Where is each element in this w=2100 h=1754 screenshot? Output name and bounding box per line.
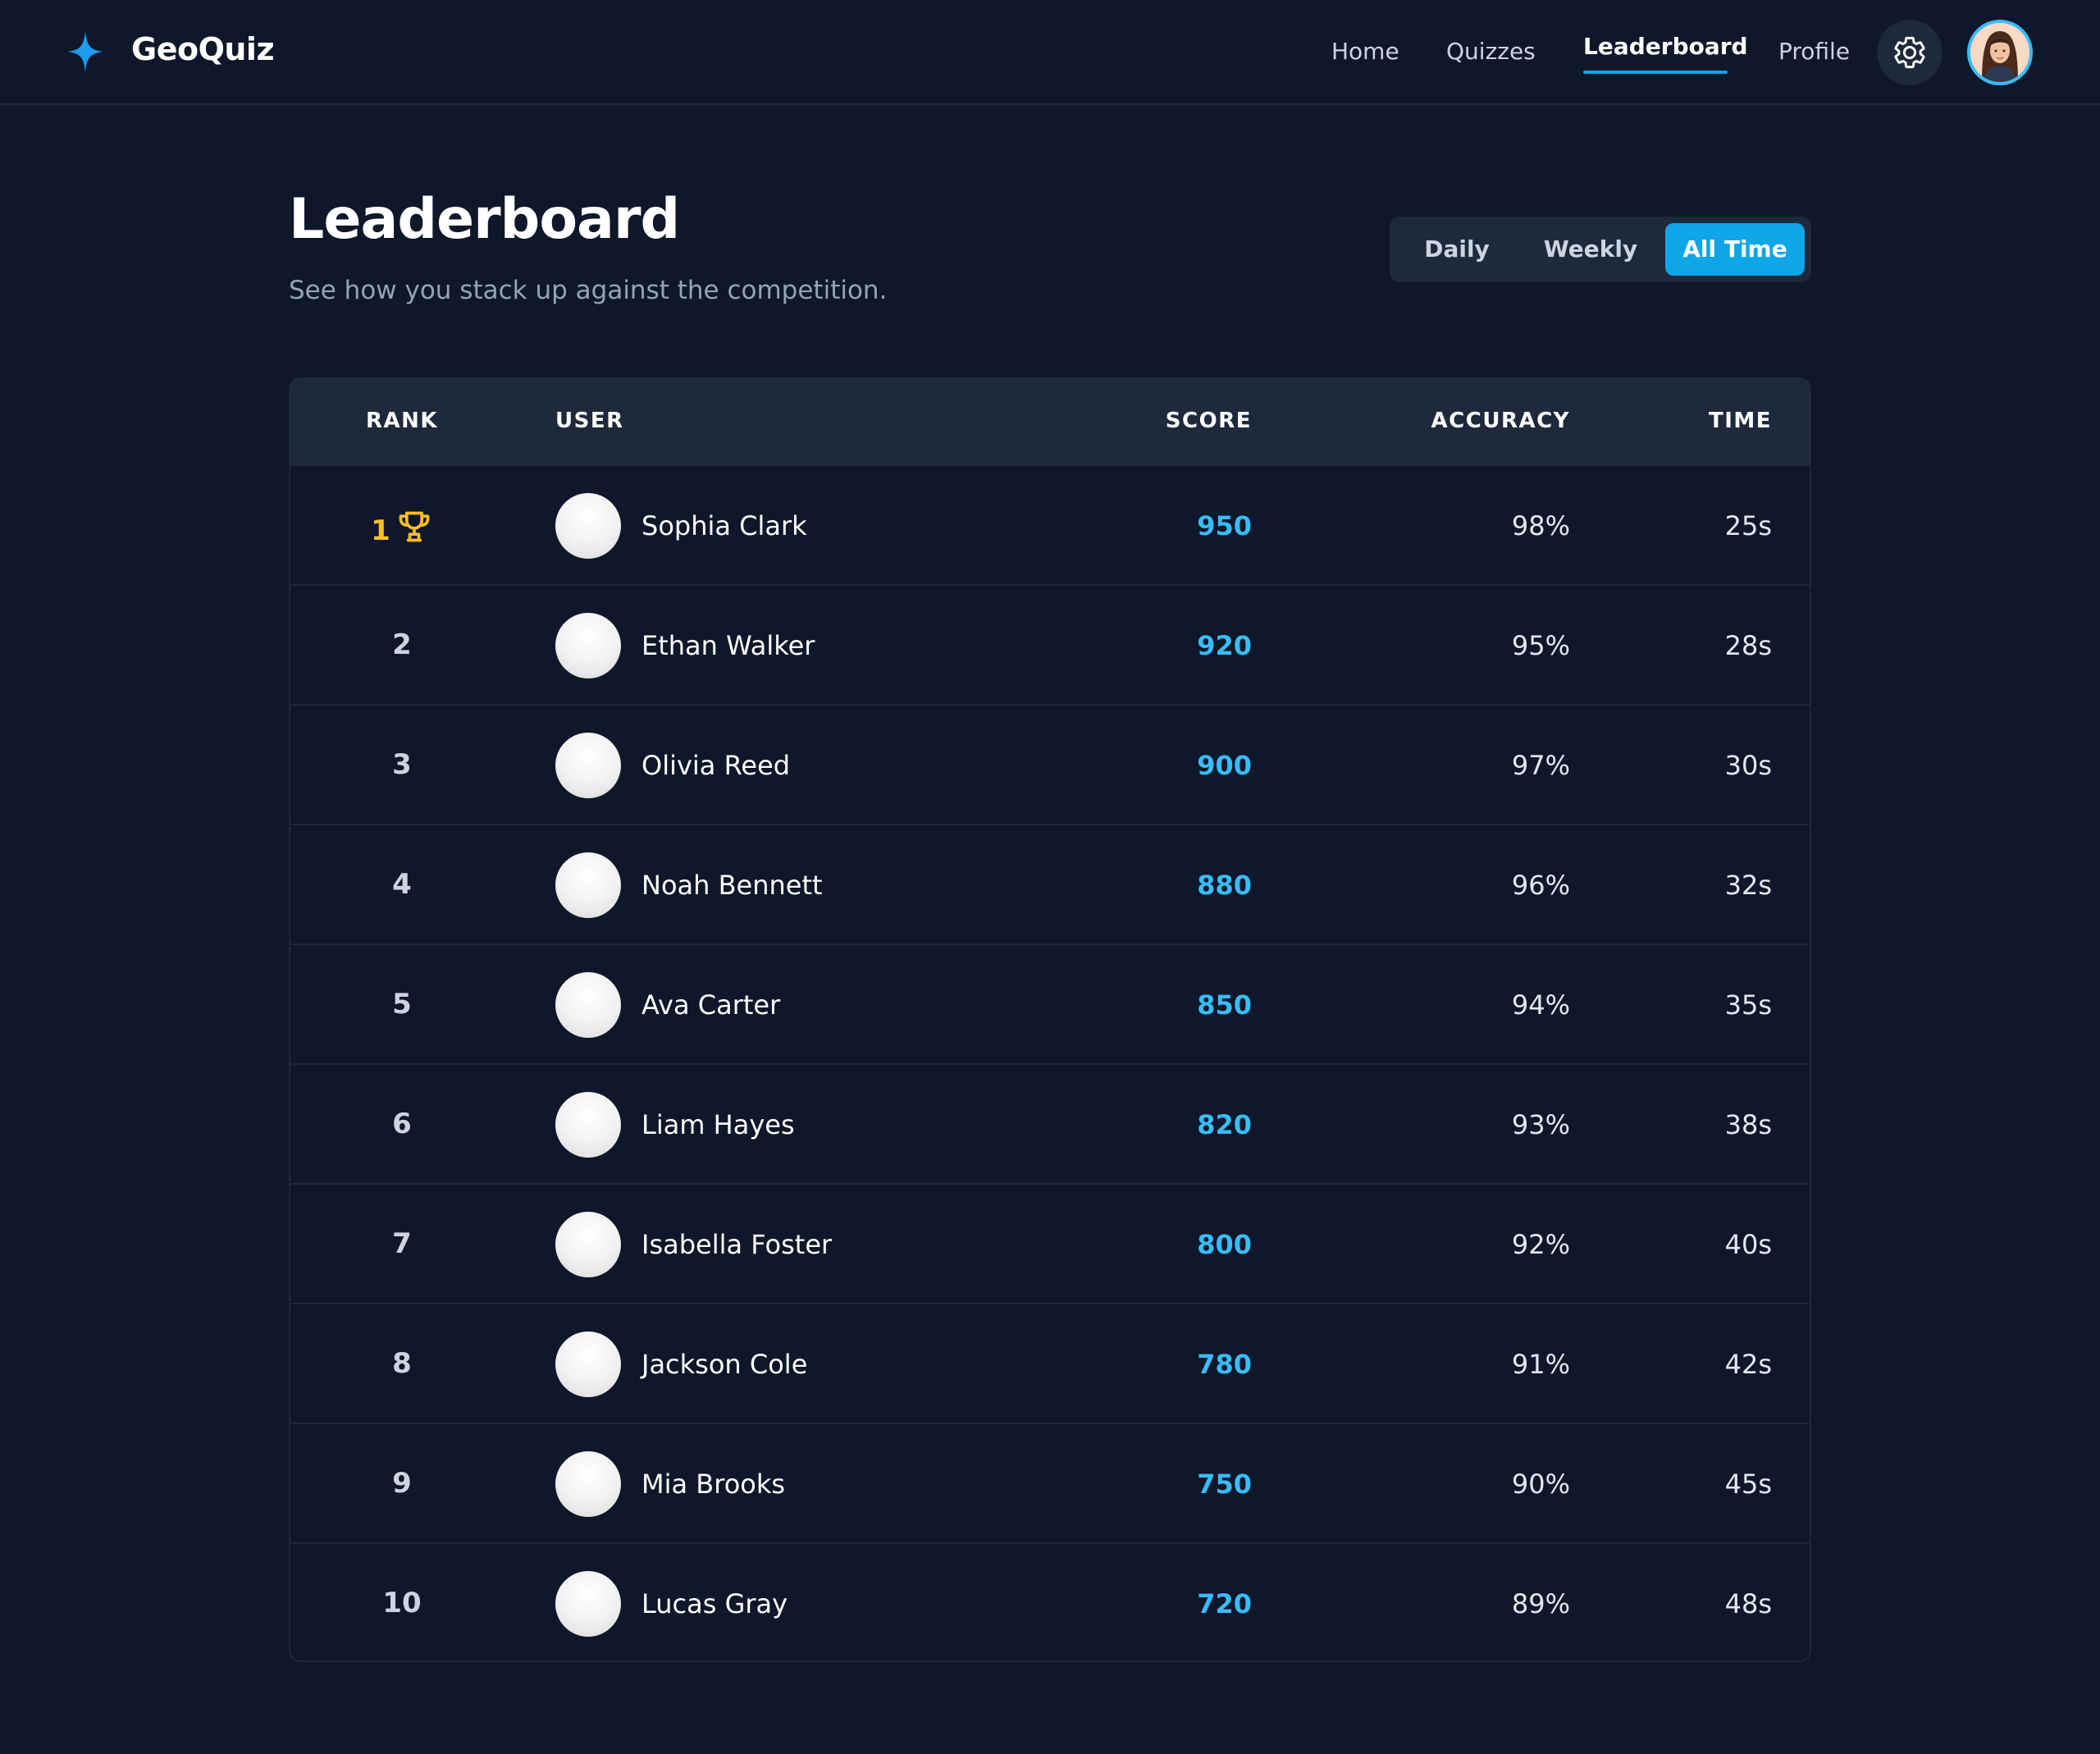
column-header-accuracy[interactable]: ACCURACY [1431, 409, 1570, 433]
leaderboard-table: RANK USER SCORE ACCURACY TIME 1 Sophia C… [289, 377, 1811, 1662]
table-row[interactable]: 1 Sophia Clark 950 98% 25s [290, 464, 1810, 584]
user-name[interactable]: Isabella Foster [641, 1229, 832, 1260]
settings-button[interactable] [1877, 20, 1942, 85]
table-row[interactable]: 10 Lucas Gray 720 89% 48s [290, 1542, 1810, 1660]
user-name[interactable]: Jackson Cole [641, 1349, 807, 1380]
time-value: 45s [1724, 1469, 1772, 1500]
user-name[interactable]: Ethan Walker [641, 630, 815, 661]
time-value: 42s [1724, 1349, 1772, 1380]
table-row[interactable]: 4 Noah Bennett 880 96% 32s [290, 824, 1810, 943]
rank-number: 2 [392, 628, 412, 661]
time-value: 32s [1724, 870, 1772, 901]
rank-number: 10 [382, 1587, 422, 1619]
column-header-user[interactable]: USER [555, 409, 624, 433]
accuracy-value: 91% [1511, 1349, 1570, 1380]
score-value: 800 [1197, 1229, 1252, 1260]
avatar [555, 1571, 621, 1637]
accuracy-value: 94% [1511, 989, 1570, 1021]
top-navbar: GeoQuiz Home Quizzes Leaderboard Profile [0, 0, 2100, 105]
avatar [555, 493, 621, 559]
accuracy-value: 97% [1511, 750, 1570, 781]
score-value: 950 [1197, 510, 1252, 541]
time-value: 35s [1724, 989, 1772, 1021]
column-header-time[interactable]: TIME [1709, 409, 1772, 433]
time-value: 48s [1724, 1588, 1772, 1619]
brand-name[interactable]: GeoQuiz [131, 31, 275, 67]
accuracy-value: 98% [1511, 510, 1570, 541]
rank-number: 1 [371, 514, 390, 547]
table-row[interactable]: 5 Ava Carter 850 94% 35s [290, 943, 1810, 1063]
table-header: RANK USER SCORE ACCURACY TIME [290, 379, 1810, 464]
rank-number: 4 [392, 868, 412, 901]
page-title: Leaderboard [289, 187, 680, 252]
rank-number: 5 [392, 988, 412, 1021]
user-name[interactable]: Sophia Clark [641, 510, 807, 541]
table-row[interactable]: 7 Isabella Foster 800 92% 40s [290, 1183, 1810, 1303]
score-value: 850 [1197, 989, 1252, 1021]
rank-number: 7 [392, 1227, 412, 1260]
score-value: 780 [1197, 1349, 1252, 1380]
time-value: 40s [1724, 1229, 1772, 1260]
rank-number: 8 [392, 1347, 412, 1380]
accuracy-value: 90% [1511, 1469, 1570, 1500]
rank-cell: 1 [290, 509, 514, 547]
filter-all-time[interactable]: All Time [1665, 223, 1805, 276]
score-value: 920 [1197, 630, 1252, 661]
table-row[interactable]: 9 Mia Brooks 750 90% 45s [290, 1423, 1810, 1542]
score-value: 880 [1197, 870, 1252, 901]
user-name[interactable]: Noah Bennett [641, 870, 823, 901]
user-name[interactable]: Lucas Gray [641, 1588, 788, 1619]
rank-number: 3 [392, 748, 412, 781]
table-row[interactable]: 8 Jackson Cole 780 91% 42s [290, 1303, 1810, 1423]
nav-quizzes[interactable]: Quizzes [1446, 38, 1536, 65]
avatar [555, 1451, 621, 1517]
nav-profile[interactable]: Profile [1778, 38, 1850, 65]
column-header-score[interactable]: SCORE [1166, 409, 1252, 433]
user-name[interactable]: Liam Hayes [641, 1109, 795, 1140]
score-value: 820 [1197, 1109, 1252, 1140]
avatar [555, 852, 621, 918]
user-avatar[interactable] [1967, 20, 2033, 85]
user-name[interactable]: Olivia Reed [641, 750, 790, 781]
nav-leaderboard[interactable]: Leaderboard [1583, 33, 1748, 60]
accuracy-value: 95% [1511, 630, 1570, 661]
user-name[interactable]: Ava Carter [641, 989, 780, 1021]
column-header-rank[interactable]: RANK [290, 409, 514, 433]
nav-home[interactable]: Home [1331, 38, 1399, 65]
accuracy-value: 96% [1511, 870, 1570, 901]
page-subtitle: See how you stack up against the competi… [289, 276, 888, 305]
table-row[interactable]: 3 Olivia Reed 900 97% 30s [290, 704, 1810, 824]
accuracy-value: 93% [1511, 1109, 1570, 1140]
accuracy-value: 89% [1511, 1588, 1570, 1619]
rank-number: 6 [392, 1108, 412, 1140]
avatar [555, 972, 621, 1038]
table-row[interactable]: 6 Liam Hayes 820 93% 38s [290, 1063, 1810, 1183]
trophy-icon [399, 511, 430, 542]
accuracy-value: 92% [1511, 1229, 1570, 1260]
table-row[interactable]: 2 Ethan Walker 920 95% 28s [290, 584, 1810, 704]
time-value: 25s [1724, 510, 1772, 541]
nav-active-indicator [1583, 71, 1728, 74]
avatar [555, 1212, 621, 1277]
score-value: 720 [1197, 1588, 1252, 1619]
avatar-portrait-icon [1970, 23, 2029, 82]
rank-number: 9 [392, 1467, 412, 1500]
filter-weekly[interactable]: Weekly [1521, 223, 1660, 276]
avatar [555, 733, 621, 798]
time-filter-segmented-control: Daily Weekly All Time [1390, 217, 1811, 282]
user-name[interactable]: Mia Brooks [641, 1469, 785, 1500]
avatar [555, 613, 621, 678]
avatar [555, 1092, 621, 1158]
time-value: 38s [1724, 1109, 1772, 1140]
filter-daily[interactable]: Daily [1396, 223, 1518, 276]
avatar [555, 1331, 621, 1397]
gear-icon [1894, 36, 1925, 69]
score-value: 900 [1197, 750, 1252, 781]
time-value: 28s [1724, 630, 1772, 661]
score-value: 750 [1197, 1469, 1252, 1500]
sparkle-star-icon[interactable] [66, 30, 105, 74]
time-value: 30s [1724, 750, 1772, 781]
